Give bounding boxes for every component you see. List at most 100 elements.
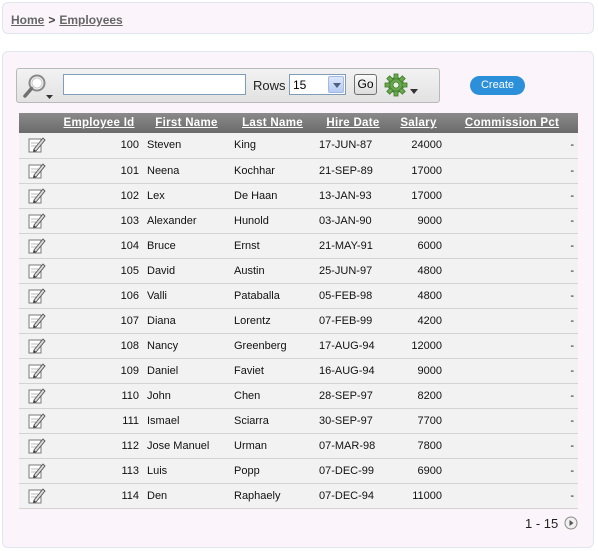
cell-last-name: Ernst [230, 233, 315, 259]
cell-edit [19, 258, 55, 284]
cell-hire-date: 05-FEB-98 [315, 283, 391, 309]
search-icon[interactable] [22, 73, 54, 101]
cell-first-name: Diana [143, 308, 230, 334]
cell-first-name: Ismael [143, 408, 230, 434]
cell-commission-pct: - [446, 233, 578, 259]
cell-first-name: Nancy [143, 333, 230, 359]
table-header-row: Employee Id First Name Last Name Hire Da… [19, 113, 578, 133]
cell-salary: 17000 [391, 183, 446, 209]
cell-first-name: Alexander [143, 208, 230, 234]
employees-table: Employee Id First Name Last Name Hire Da… [19, 113, 578, 509]
cell-last-name: Raphaely [230, 483, 315, 509]
cell-commission-pct: - [446, 183, 578, 209]
cell-first-name: Jose Manuel [143, 433, 230, 459]
cell-last-name: De Haan [230, 183, 315, 209]
cell-edit [19, 208, 55, 234]
cell-commission-pct: - [446, 408, 578, 434]
cell-hire-date: 21-MAY-91 [315, 233, 391, 259]
cell-commission-pct: - [446, 133, 578, 159]
table-row: 109 Daniel Faviet 16-AUG-94 9000- [19, 358, 578, 384]
column-header-last-name[interactable]: Last Name [230, 113, 315, 133]
edit-pencil-icon[interactable] [28, 487, 46, 505]
edit-pencil-icon[interactable] [28, 337, 46, 355]
rows-label: Rows [253, 78, 286, 93]
edit-pencil-icon[interactable] [28, 437, 46, 455]
cell-edit [19, 283, 55, 309]
table-row: 111 Ismael Sciarra 30-SEP-97 7700- [19, 408, 578, 434]
edit-pencil-icon[interactable] [28, 462, 46, 480]
cell-hire-date: 21-SEP-89 [315, 158, 391, 184]
cell-hire-date: 30-SEP-97 [315, 408, 391, 434]
edit-pencil-icon[interactable] [28, 162, 46, 180]
cell-employee-id: 110 [55, 383, 143, 409]
edit-pencil-icon[interactable] [28, 187, 46, 205]
table-row: 102 Lex De Haan 13-JAN-93 17000- [19, 183, 578, 209]
edit-pencil-icon[interactable] [28, 362, 46, 380]
breadcrumb-home-link[interactable]: Home [11, 13, 44, 27]
cell-last-name: Pataballa [230, 283, 315, 309]
edit-pencil-icon[interactable] [28, 287, 46, 305]
column-header-first-name[interactable]: First Name [143, 113, 230, 133]
next-page-icon[interactable] [564, 516, 578, 530]
cell-last-name: Chen [230, 383, 315, 409]
edit-pencil-icon[interactable] [28, 312, 46, 330]
table-row: 101 Neena Kochhar 21-SEP-89 17000- [19, 158, 578, 184]
cell-employee-id: 114 [55, 483, 143, 509]
edit-pencil-icon[interactable] [28, 412, 46, 430]
cell-commission-pct: - [446, 158, 578, 184]
go-button[interactable]: Go [354, 74, 377, 95]
search-input[interactable] [63, 74, 246, 95]
cell-employee-id: 109 [55, 358, 143, 384]
cell-salary: 12000 [391, 333, 446, 359]
create-button[interactable]: Create [470, 76, 525, 95]
cell-edit [19, 183, 55, 209]
cell-last-name: Sciarra [230, 408, 315, 434]
cell-employee-id: 111 [55, 408, 143, 434]
cell-hire-date: 16-AUG-94 [315, 358, 391, 384]
cell-first-name: David [143, 258, 230, 284]
rows-select[interactable]: 15 [289, 74, 346, 95]
table-row: 100 Steven King 17-JUN-87 24000- [19, 133, 578, 159]
cell-employee-id: 102 [55, 183, 143, 209]
edit-pencil-icon[interactable] [28, 387, 46, 405]
column-header-hire-date[interactable]: Hire Date [315, 113, 391, 133]
cell-last-name: Popp [230, 458, 315, 484]
cell-last-name: Faviet [230, 358, 315, 384]
cell-salary: 9000 [391, 208, 446, 234]
table-row: 112 Jose Manuel Urman 07-MAR-98 7800- [19, 433, 578, 459]
cell-first-name: Neena [143, 158, 230, 184]
cell-edit [19, 158, 55, 184]
cell-employee-id: 107 [55, 308, 143, 334]
column-header-employee-id[interactable]: Employee Id [55, 113, 143, 133]
cell-edit [19, 483, 55, 509]
breadcrumb-current-link[interactable]: Employees [59, 13, 122, 27]
cell-salary: 9000 [391, 358, 446, 384]
cell-first-name: John [143, 383, 230, 409]
cell-salary: 17000 [391, 158, 446, 184]
edit-pencil-icon[interactable] [28, 212, 46, 230]
cell-hire-date: 28-SEP-97 [315, 383, 391, 409]
table-row: 108 Nancy Greenberg 17-AUG-94 12000- [19, 333, 578, 359]
cell-commission-pct: - [446, 308, 578, 334]
cell-hire-date: 07-DEC-94 [315, 483, 391, 509]
column-header-commission-pct[interactable]: Commission Pct [446, 113, 578, 133]
table-row: 110 John Chen 28-SEP-97 8200- [19, 383, 578, 409]
cell-commission-pct: - [446, 333, 578, 359]
cell-commission-pct: - [446, 433, 578, 459]
cell-commission-pct: - [446, 383, 578, 409]
table-row: 104 Bruce Ernst 21-MAY-91 6000- [19, 233, 578, 259]
cell-edit [19, 383, 55, 409]
rows-select-value: 15 [293, 78, 307, 92]
cell-commission-pct: - [446, 283, 578, 309]
column-header-salary[interactable]: Salary [391, 113, 446, 133]
edit-pencil-icon[interactable] [28, 136, 46, 154]
cell-employee-id: 112 [55, 433, 143, 459]
chevron-down-icon[interactable] [328, 76, 344, 93]
gear-icon[interactable] [384, 73, 420, 99]
table-row: 103 Alexander Hunold 03-JAN-90 9000- [19, 208, 578, 234]
cell-first-name: Luis [143, 458, 230, 484]
cell-employee-id: 104 [55, 233, 143, 259]
cell-first-name: Valli [143, 283, 230, 309]
edit-pencil-icon[interactable] [28, 237, 46, 255]
edit-pencil-icon[interactable] [28, 262, 46, 280]
